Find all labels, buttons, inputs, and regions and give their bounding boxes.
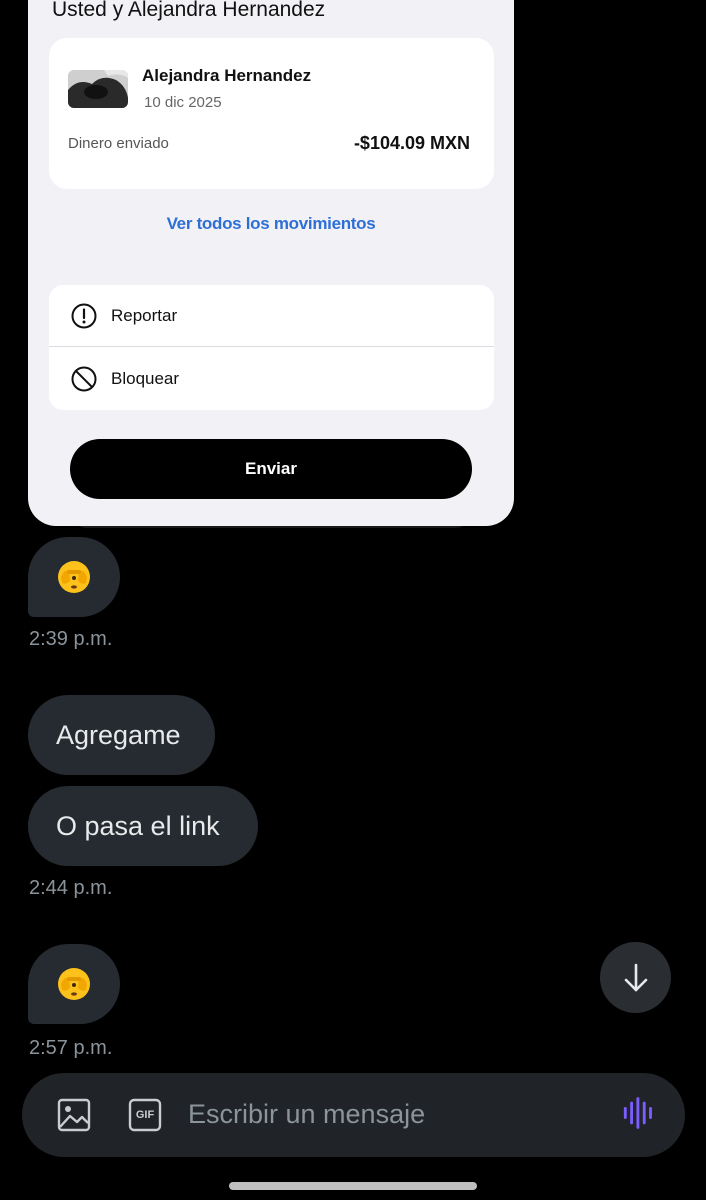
gif-label: GIF (135, 1109, 155, 1121)
arrow-down-icon (624, 963, 647, 991)
message-text: O pasa el link (56, 810, 220, 841)
message-bubble-emoji[interactable] (28, 944, 120, 1024)
message-timestamp: 2:39 p.m. (29, 628, 113, 650)
message-bubble[interactable]: O pasa el link (28, 786, 258, 866)
report-label: Reportar (111, 305, 178, 325)
message-bubble-emoji[interactable] (28, 537, 120, 617)
transaction-amount: -$104.09 MXN (353, 133, 470, 153)
avatar (68, 70, 128, 108)
block-action[interactable]: Bloquear (49, 348, 494, 410)
image-icon[interactable] (56, 1097, 92, 1133)
shared-payment-card[interactable]: Usted y Alejandra Hernandez Alejandra He… (28, 0, 514, 526)
home-indicator[interactable] (229, 1182, 477, 1190)
action-list: Reportar Bloquear (49, 285, 494, 410)
message-composer: GIF Escribir un mensaje (22, 1073, 685, 1157)
peeking-face-emoji-icon (58, 968, 90, 1000)
card-header: Usted y Alejandra Hernandez (52, 0, 326, 21)
voice-icon[interactable] (619, 1095, 655, 1131)
scroll-to-bottom-button[interactable] (600, 942, 671, 1013)
transaction-label: Dinero enviado (68, 135, 169, 152)
dm-conversation: Usted y Alejandra Hernandez Alejandra He… (0, 0, 706, 1200)
alert-circle-icon (71, 303, 97, 328)
view-all-movements-link[interactable]: Ver todos los movimientos (28, 214, 514, 234)
transaction-box[interactable]: Alejandra Hernandez 10 dic 2025 Dinero e… (49, 38, 494, 189)
peeking-face-emoji-icon (58, 561, 90, 593)
block-label: Bloquear (111, 369, 180, 388)
message-input[interactable]: Escribir un mensaje (188, 1099, 425, 1130)
transaction-date: 10 dic 2025 (144, 94, 222, 111)
gif-icon[interactable]: GIF (127, 1097, 163, 1133)
message-text: Agregame (56, 719, 181, 750)
message-bubble[interactable]: Agregame (28, 695, 215, 775)
recipient-name: Alejandra Hernandez (142, 66, 312, 85)
message-timestamp: 2:57 p.m. (29, 1037, 113, 1059)
send-button[interactable]: Enviar (70, 439, 472, 499)
message-timestamp: 2:44 p.m. (29, 877, 113, 899)
block-icon (71, 366, 97, 392)
report-action[interactable]: Reportar (49, 285, 494, 347)
